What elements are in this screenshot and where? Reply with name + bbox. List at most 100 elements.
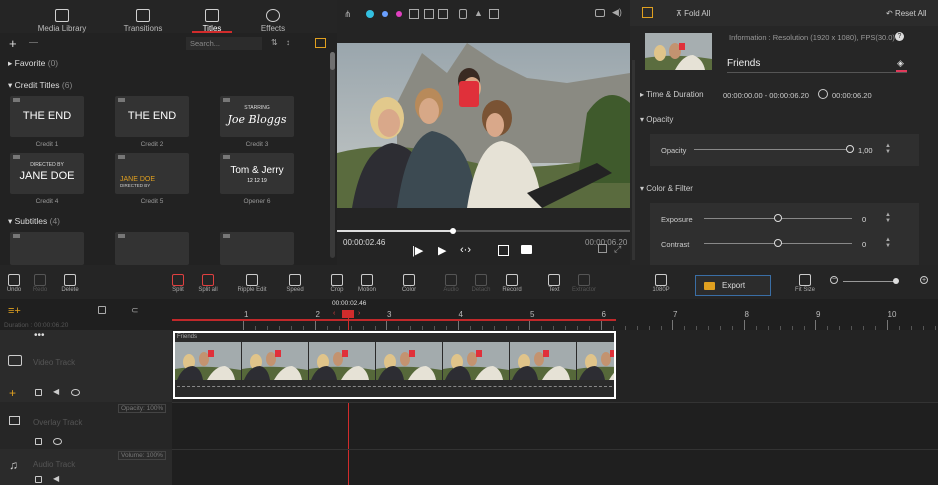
lock-all-icon[interactable] <box>98 306 106 314</box>
play-button[interactable]: ▶ <box>438 244 446 257</box>
contrast-label: Contrast <box>661 240 690 249</box>
subtitle-thumbnail-1[interactable] <box>10 232 84 265</box>
zoom-slider[interactable] <box>843 281 895 282</box>
color-dot-blue[interactable] <box>366 10 374 18</box>
grid-icon[interactable] <box>438 9 448 19</box>
opacity-section[interactable]: ▾ Opacity <box>640 115 673 124</box>
video-clip[interactable]: Friends <box>173 331 616 399</box>
subtitle-thumbnail-2[interactable] <box>115 232 189 265</box>
panel-toggle-icon[interactable] <box>315 38 326 48</box>
minus-icon[interactable] <box>29 42 38 43</box>
flip-icon[interactable]: ▲ <box>474 8 483 18</box>
crop-icon[interactable] <box>498 245 509 256</box>
section-subtitles[interactable]: ▾ Subtitles (4) <box>8 216 60 227</box>
toolbar-ripple-edit-button[interactable]: Ripple Edit <box>232 265 272 293</box>
zoom-slider-handle[interactable] <box>893 278 899 284</box>
color-filter-section[interactable]: ▾ Color & Filter <box>640 184 693 193</box>
marker-icon[interactable] <box>521 245 532 254</box>
prev-next-button[interactable]: ‹·› <box>460 244 471 256</box>
lock-icon[interactable] <box>35 389 42 396</box>
link-icon[interactable]: ⊂ <box>131 305 139 316</box>
library-scrollbar[interactable] <box>330 52 335 258</box>
opacity-slider[interactable] <box>694 149 850 150</box>
volume-icon[interactable]: ◀ <box>53 387 59 396</box>
exposure-value[interactable]: 0 <box>862 215 866 224</box>
toolbar-icon <box>361 274 373 286</box>
clip-name-field[interactable]: Friends <box>727 57 907 73</box>
toolbar-extractor-button[interactable]: Extractor <box>564 265 604 293</box>
playhead-handle[interactable] <box>342 310 354 318</box>
color-dot-indigo[interactable] <box>382 11 388 17</box>
sort-icon[interactable]: ⇅ <box>271 38 278 47</box>
sort-alpha-icon[interactable]: ↕ <box>286 38 290 47</box>
color-dot-magenta[interactable] <box>396 11 402 17</box>
contrast-stepper[interactable]: ▲ ▼ <box>885 237 891 249</box>
toolbar-fit-size-button[interactable]: Fit Size <box>785 265 825 293</box>
export-button[interactable]: Export <box>695 275 771 296</box>
info-icon[interactable]: ? <box>895 32 904 41</box>
exposure-stepper[interactable]: ▲ ▼ <box>885 212 891 224</box>
fold-all-button[interactable]: ⊼ Fold All <box>676 9 710 18</box>
video-preview[interactable] <box>337 43 630 208</box>
volume-icon[interactable]: ◀ <box>53 474 59 483</box>
title-thumbnail-credit-3[interactable]: STARRING Joe Bloggs <box>220 96 294 137</box>
title-thumbnail-credit-2[interactable]: THE END <box>115 96 189 137</box>
volume-icon[interactable]: ◀) <box>612 7 622 18</box>
opacity-value[interactable]: 1,00 <box>858 146 873 155</box>
lock-icon[interactable] <box>35 438 42 445</box>
toolbar-icon <box>64 274 76 286</box>
title-thumbnail-credit-1[interactable]: THE END <box>10 96 84 137</box>
title-thumbnail-credit-4[interactable]: DIRECTED BY JANE DOE <box>10 153 84 194</box>
toolbar-1080p-button[interactable]: 1080P <box>641 265 681 293</box>
track-menu-icon[interactable]: ••• <box>34 330 45 341</box>
toolbar-motion-button[interactable]: Motion <box>347 265 387 293</box>
add-icon[interactable]: + <box>9 386 16 400</box>
toolbar-icon <box>8 274 20 286</box>
exposure-slider-handle[interactable] <box>774 214 782 222</box>
add-track-icon[interactable]: ≡+ <box>8 305 21 317</box>
collapse-panel-icon[interactable] <box>642 7 653 18</box>
section-favorite[interactable]: ▸ Favorite (0) <box>8 58 58 69</box>
opacity-stepper[interactable]: ▲ ▼ <box>885 143 891 155</box>
add-icon[interactable]: + <box>9 36 17 51</box>
tab-media-library[interactable]: Media Library <box>20 0 104 33</box>
title-thumbnail-opener-6[interactable]: Tom & Jerry 12 12 19 <box>220 153 294 194</box>
zoom-out-icon[interactable]: − <box>830 276 838 284</box>
safe-zone-icon[interactable]: ⋔ <box>344 9 352 20</box>
toolbar-split-all-button[interactable]: Split all <box>188 265 228 293</box>
grid-icon[interactable] <box>424 9 434 19</box>
tab-effects[interactable]: Effects <box>231 0 315 33</box>
reset-all-button[interactable]: ↶ Reset All <box>886 9 927 18</box>
eye-icon[interactable] <box>53 438 62 445</box>
subtitle-thumbnail-3[interactable] <box>220 232 294 265</box>
lock-icon[interactable] <box>459 9 467 19</box>
timeline-duration: Duration : 00:00:06.20 <box>4 322 69 329</box>
snapshot-icon[interactable] <box>595 9 605 17</box>
toolbar-delete-button[interactable]: Delete <box>50 265 90 293</box>
eye-icon[interactable] <box>71 389 80 396</box>
contrast-slider-handle[interactable] <box>774 239 782 247</box>
search-input[interactable]: Search... <box>186 37 262 50</box>
paint-bucket-icon[interactable]: ◈ <box>897 58 904 69</box>
library-scrollbar-thumb[interactable] <box>330 52 335 70</box>
properties-scrollbar[interactable] <box>632 60 635 260</box>
prev-frame-button[interactable]: |▶ <box>412 244 423 257</box>
toolbar-record-button[interactable]: Record <box>492 265 532 293</box>
section-credit-titles[interactable]: ▾ Credit Titles (6) <box>8 80 72 91</box>
lock-icon[interactable] <box>35 476 42 483</box>
ruler-tick <box>386 320 387 330</box>
grid-icon[interactable] <box>489 9 499 19</box>
toolbar-color-button[interactable]: Color <box>389 265 429 293</box>
aspect-icon[interactable] <box>598 244 607 253</box>
zoom-in-icon[interactable]: + <box>920 276 928 284</box>
toolbar-speed-button[interactable]: Speed <box>275 265 315 293</box>
grid-icon[interactable] <box>409 9 419 19</box>
playhead-prev-arrow[interactable]: ‹ <box>333 310 335 317</box>
opacity-slider-handle[interactable] <box>846 145 854 153</box>
timeline-ruler[interactable]: 1 2 3 4 5 6 7 8 9 10 <box>172 304 938 330</box>
title-thumbnail-credit-5[interactable]: JANE DOE DIRECTED BY <box>115 153 189 194</box>
playhead-next-arrow[interactable]: › <box>358 310 360 317</box>
time-duration-section[interactable]: ▸ Time & Duration <box>640 90 704 99</box>
contrast-value[interactable]: 0 <box>862 240 866 249</box>
fullscreen-icon[interactable]: ⤢ <box>614 244 621 255</box>
